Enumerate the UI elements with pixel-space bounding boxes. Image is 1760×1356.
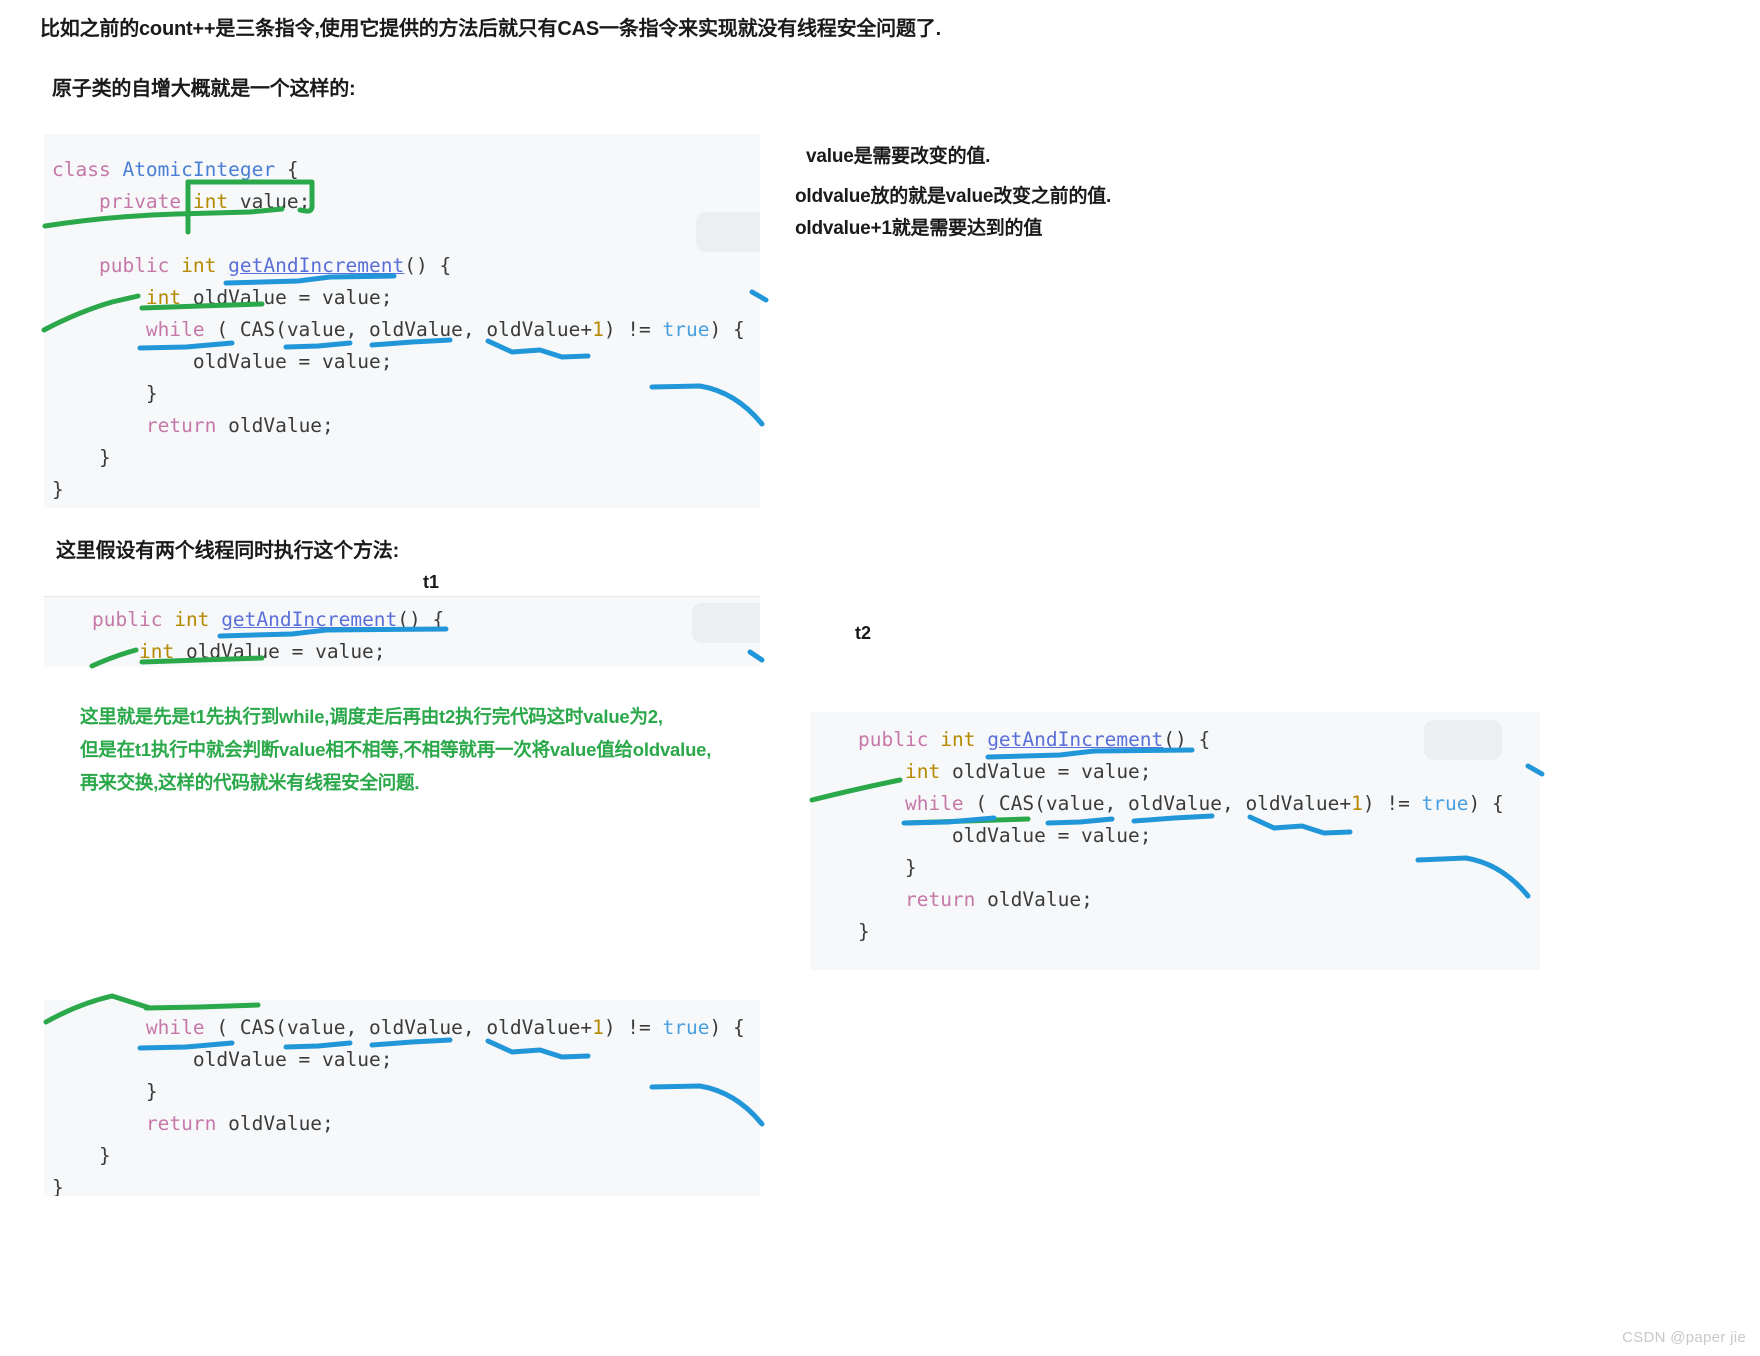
code-block-t1: public int getAndIncrement() { int oldVa… <box>44 597 760 667</box>
note-oldvalue-plus-one: oldvalue+1就是需要达到的值 <box>795 218 1043 239</box>
code-block-bottom: while ( CAS(value, oldValue, oldValue+1)… <box>44 1000 760 1196</box>
green-note-line-3: 再来交换,这样的代码就米有线程安全问题. <box>80 772 420 793</box>
copy-button-ghost[interactable] <box>692 603 760 643</box>
note-value-meaning: value是需要改变的值. <box>806 146 991 167</box>
intro-paragraph: 比如之前的count++是三条指令,使用它提供的方法后就只有CAS一条指令来实现… <box>40 18 941 40</box>
code-content-main: class AtomicInteger { private int value;… <box>52 158 745 501</box>
code-content-bottom: while ( CAS(value, oldValue, oldValue+1)… <box>52 1016 745 1196</box>
copy-button-ghost[interactable] <box>696 212 760 252</box>
green-annotation-note: 这里就是先是t1先执行到while,调度走后再由t2执行完代码这时value为2… <box>80 700 780 799</box>
code-content-t1: public int getAndIncrement() { int oldVa… <box>92 608 445 663</box>
thread-label-t2: t2 <box>855 623 872 643</box>
green-note-line-2: 但是在t1执行中就会判断value相不相等,不相等就再一次将value值给old… <box>80 739 712 760</box>
copy-button-ghost[interactable] <box>1424 720 1502 760</box>
thread-label-t1: t1 <box>423 572 440 592</box>
green-note-line-1: 这里就是先是t1先执行到while,调度走后再由t2执行完代码这时value为2… <box>80 706 663 727</box>
note-oldvalue-meaning: oldvalue放的就是value改变之前的值. <box>795 186 1112 207</box>
lead-paragraph: 原子类的自增大概就是一个这样的: <box>52 78 356 100</box>
assumption-paragraph: 这里假设有两个线程同时执行这个方法: <box>56 540 400 562</box>
csdn-watermark: CSDN @paper jie <box>1622 1329 1746 1346</box>
code-block-atomic-integer: class AtomicInteger { private int value;… <box>44 134 760 508</box>
code-block-t2: public int getAndIncrement() { int oldVa… <box>810 712 1540 970</box>
